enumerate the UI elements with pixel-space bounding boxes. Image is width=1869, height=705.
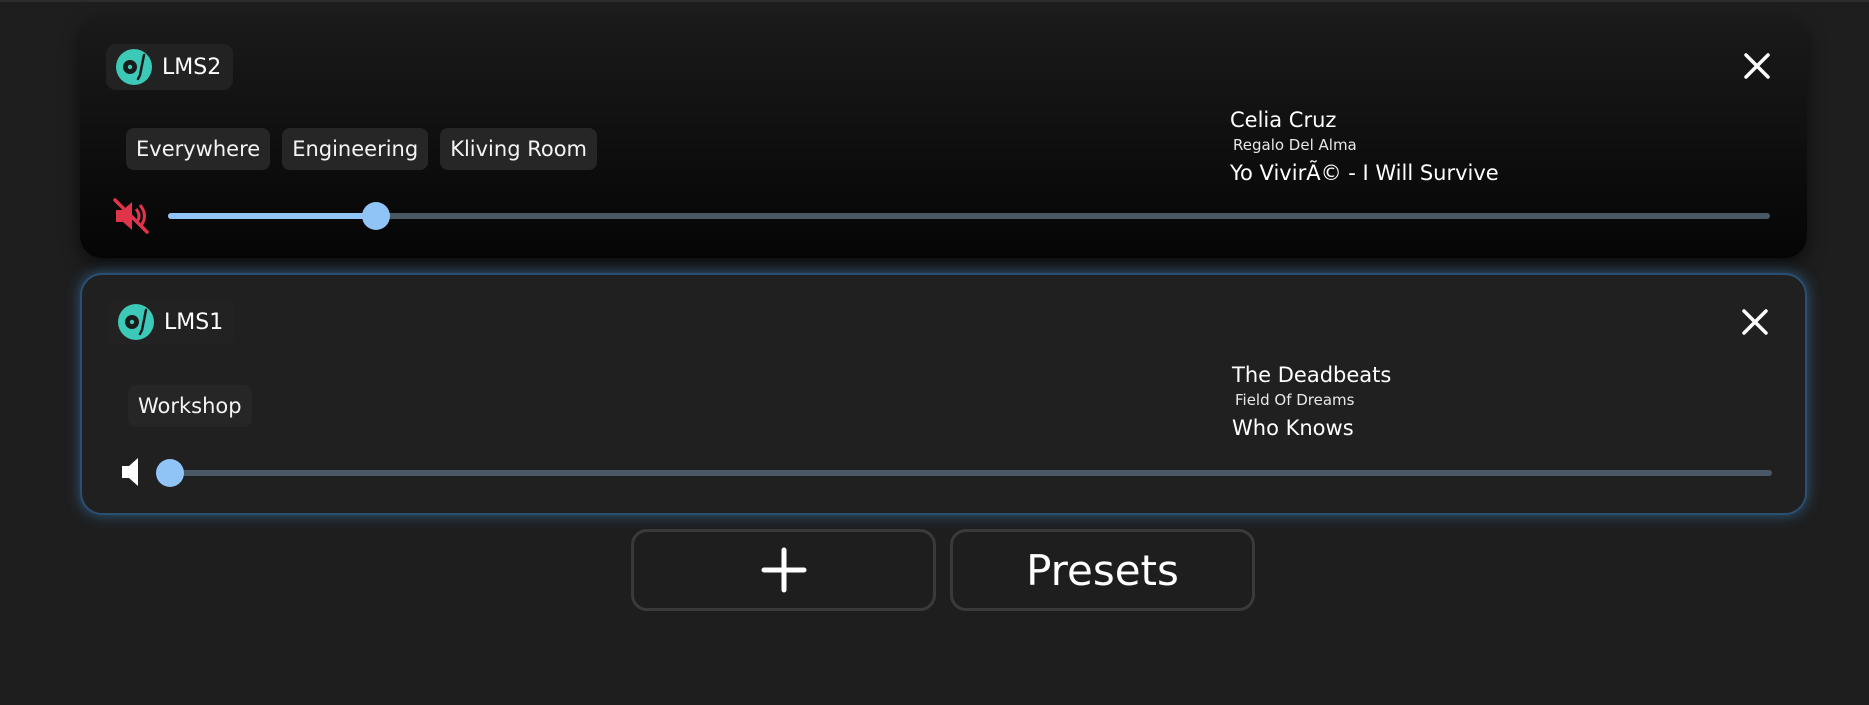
- vinyl-record-icon: [118, 304, 154, 340]
- player-chip[interactable]: LMS2: [106, 44, 234, 90]
- zone-chip[interactable]: Kliving Room: [440, 128, 598, 170]
- zone-list: Workshop: [128, 385, 252, 427]
- track-title: Yo VivirÃ© - I Will Survive: [1230, 161, 1499, 185]
- album-name: Regalo Del Alma: [1233, 136, 1357, 154]
- volume-icon[interactable]: [118, 453, 156, 491]
- presets-label: Presets: [1026, 545, 1179, 595]
- zone-chip[interactable]: Everywhere: [126, 128, 271, 170]
- player-group-lms1[interactable]: LMS1 Workshop The Deadbeats Field Of Dre…: [80, 273, 1807, 515]
- top-border: [0, 0, 1869, 2]
- zone-list: Everywhere Engineering Kliving Room: [126, 128, 598, 170]
- add-group-button[interactable]: [631, 529, 936, 611]
- close-icon[interactable]: [1737, 304, 1773, 340]
- plus-icon: [761, 547, 806, 593]
- now-playing: Celia Cruz Regalo Del Alma Yo VivirÃ© - …: [1230, 106, 1750, 190]
- now-playing: The Deadbeats Field Of Dreams Who Knows: [1232, 361, 1752, 445]
- artist-name: Celia Cruz: [1230, 108, 1337, 132]
- track-title: Who Knows: [1232, 416, 1354, 440]
- volume-muted-icon[interactable]: [112, 197, 150, 235]
- close-icon[interactable]: [1739, 48, 1775, 84]
- album-name: Field Of Dreams: [1235, 391, 1355, 409]
- player-chip[interactable]: LMS1: [108, 299, 236, 345]
- zone-chip[interactable]: Workshop: [128, 385, 252, 427]
- artist-name: The Deadbeats: [1232, 363, 1392, 387]
- volume-slider-thumb[interactable]: [156, 459, 184, 487]
- volume-slider-thumb[interactable]: [362, 202, 391, 230]
- player-name: LMS1: [164, 309, 224, 335]
- volume-slider[interactable]: [156, 459, 1772, 487]
- vinyl-record-icon: [116, 49, 152, 85]
- volume-slider-fill: [168, 213, 377, 219]
- volume-slider[interactable]: [168, 202, 1770, 230]
- presets-button[interactable]: Presets: [950, 529, 1255, 611]
- zone-chip[interactable]: Engineering: [282, 128, 429, 170]
- player-group-lms2[interactable]: LMS2 Everywhere Engineering Kliving Room…: [80, 18, 1807, 258]
- player-name: LMS2: [162, 54, 222, 80]
